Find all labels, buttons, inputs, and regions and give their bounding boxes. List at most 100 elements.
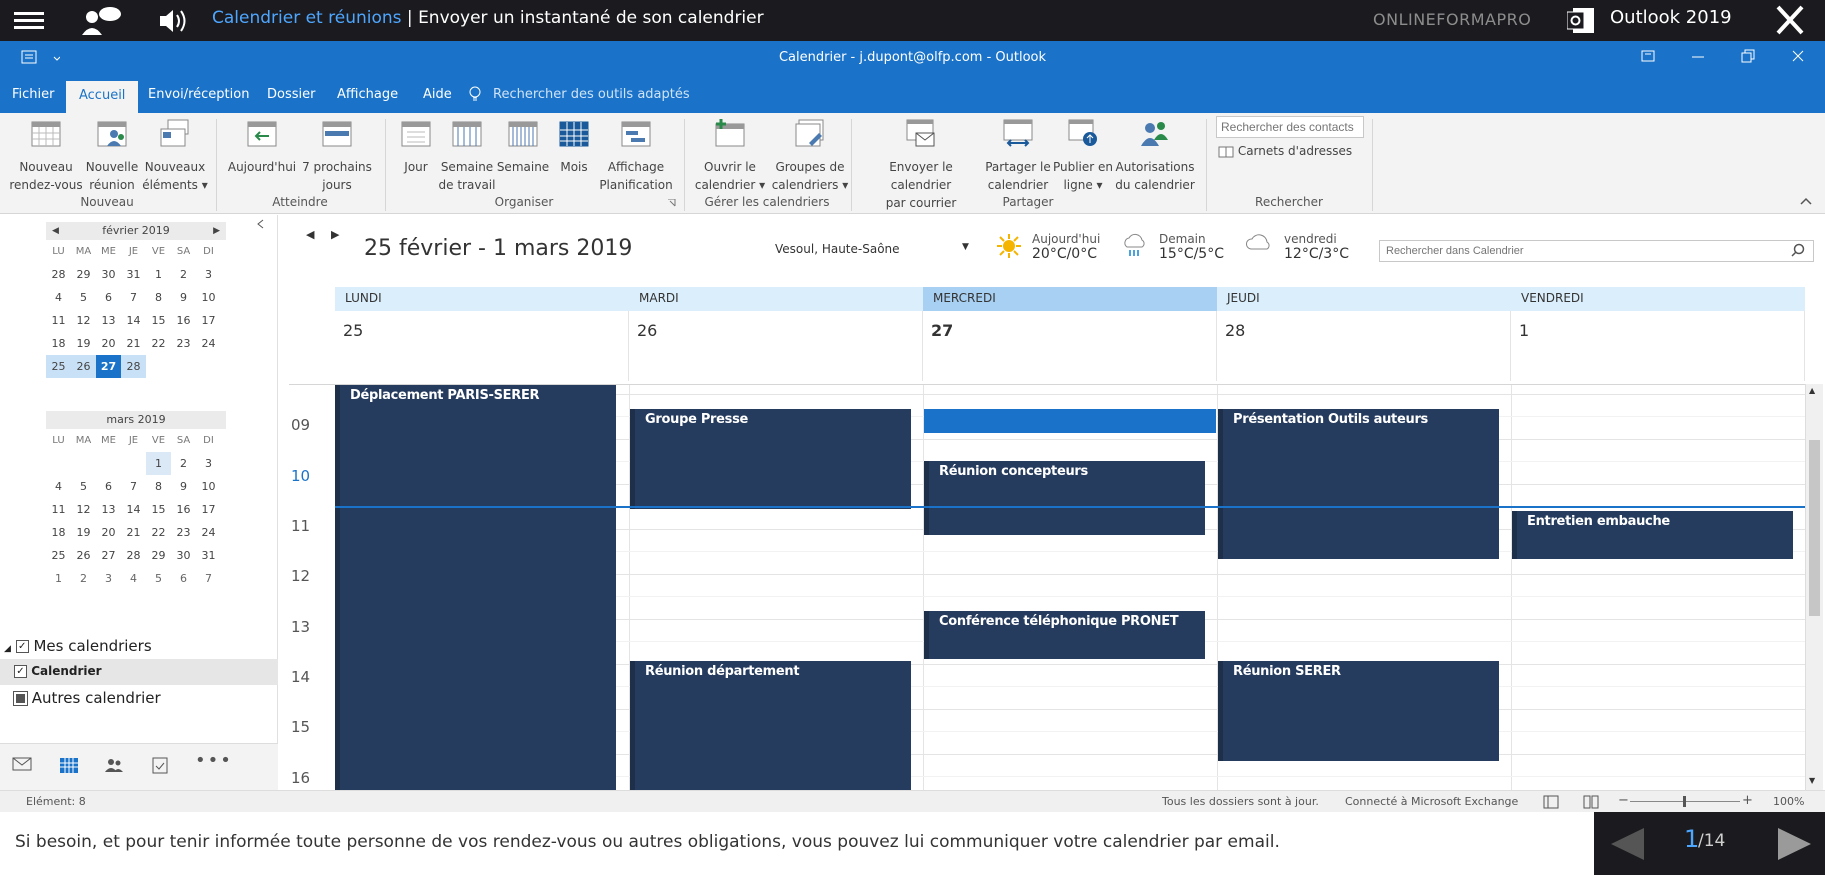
event-block[interactable]: Déplacement PARIS-SERER	[335, 385, 616, 790]
day-cell[interactable]: 17	[196, 309, 221, 332]
search-contacts-input[interactable]	[1216, 116, 1364, 138]
day-header-wednesday[interactable]: MERCREDI	[923, 287, 1217, 311]
close-course-icon[interactable]	[1770, 1, 1810, 39]
day-cell[interactable]: 21	[121, 521, 146, 544]
day-cell[interactable]: 28	[121, 355, 146, 378]
tab-aide[interactable]: Aide	[423, 87, 452, 102]
work-week-view-button[interactable]: Semaine de travail	[438, 113, 496, 194]
more-options-icon[interactable]: •••	[195, 750, 233, 771]
calendar-item[interactable]: ✓ Calendrier	[0, 659, 278, 685]
month-view-button[interactable]: Mois	[552, 113, 596, 176]
week-view-button[interactable]: Semaine	[496, 113, 550, 176]
breadcrumb-section[interactable]: Calendrier et réunions	[212, 8, 402, 28]
day-cell[interactable]	[196, 355, 221, 378]
day-cell[interactable]: 18	[46, 332, 71, 355]
tasks-icon[interactable]	[151, 756, 169, 774]
day-cell[interactable]: 6	[96, 475, 121, 498]
day-number[interactable]: 26	[629, 311, 923, 381]
day-cell[interactable]	[121, 452, 146, 475]
sound-icon[interactable]	[156, 6, 192, 36]
normal-view-icon[interactable]	[1543, 795, 1559, 809]
day-number[interactable]: 25	[335, 311, 629, 381]
day-cell[interactable]: 6	[96, 286, 121, 309]
scroll-up-icon[interactable]: ▲	[1809, 386, 1815, 395]
day-cell[interactable]: 27	[96, 544, 121, 567]
share-calendar-button[interactable]: Partager le calendrier	[984, 113, 1052, 194]
event-block[interactable]: Conférence téléphonique PRONET	[924, 611, 1205, 659]
day-cell[interactable]	[71, 452, 96, 475]
day-cell[interactable]: 7	[196, 567, 221, 590]
day-cell[interactable]: 3	[96, 567, 121, 590]
tab-fichier[interactable]: Fichier	[12, 87, 55, 102]
day-cell[interactable]: 10	[196, 286, 221, 309]
day-header-friday[interactable]: VENDREDI	[1511, 287, 1805, 311]
day-cell[interactable]	[171, 355, 196, 378]
day-cell[interactable]: 28	[121, 544, 146, 567]
open-calendar-button[interactable]: Ouvrir le calendrier ▾	[692, 113, 768, 194]
day-cell[interactable]: 9	[171, 286, 196, 309]
window-close-icon[interactable]	[1790, 48, 1806, 64]
address-book-button[interactable]: Carnets d'adresses	[1218, 144, 1352, 158]
day-cell[interactable]: 11	[46, 498, 71, 521]
new-items-button[interactable]: Nouveaux éléments ▾	[142, 113, 208, 194]
my-calendars-group[interactable]: ◢ ✓ Mes calendriers	[0, 633, 278, 659]
next-week-icon[interactable]: ▶	[331, 228, 339, 241]
day-cell[interactable]: 12	[71, 309, 96, 332]
time-grid[interactable]: 09 10 11 12 13 14 15 16 Déplacement PARI…	[289, 384, 1805, 790]
day-cell[interactable]: 4	[46, 286, 71, 309]
tab-dossier[interactable]: Dossier	[267, 87, 315, 102]
day-cell[interactable]: 12	[71, 498, 96, 521]
day-cell[interactable]: 5	[146, 567, 171, 590]
day-cell[interactable]: 28	[46, 263, 71, 286]
day-cell[interactable]: 1	[146, 452, 171, 475]
day-cell[interactable]: 6	[171, 567, 196, 590]
tab-envoi-reception[interactable]: Envoi/réception	[148, 87, 249, 102]
day-cell[interactable]: 25	[46, 544, 71, 567]
day-cell[interactable]: 8	[146, 475, 171, 498]
next-month-icon[interactable]: ▶	[213, 222, 220, 240]
day-cell[interactable]: 2	[171, 263, 196, 286]
hamburger-menu-icon[interactable]	[14, 8, 44, 32]
event-block-selected[interactable]	[924, 409, 1216, 433]
day-cell[interactable]: 31	[121, 263, 146, 286]
day-cell[interactable]: 26	[71, 355, 96, 378]
tab-accueil[interactable]: Accueil	[66, 81, 139, 113]
day-cell[interactable]: 14	[121, 498, 146, 521]
day-cell[interactable]: 30	[96, 263, 121, 286]
day-cell[interactable]: 22	[146, 332, 171, 355]
day-cell[interactable]: 7	[121, 475, 146, 498]
day-cell[interactable]: 2	[171, 452, 196, 475]
event-block[interactable]: Présentation Outils auteurs	[1218, 409, 1499, 559]
event-block[interactable]: Entretien embauche	[1512, 511, 1793, 559]
event-block[interactable]: Réunion département	[630, 661, 911, 790]
checkbox-checked-icon[interactable]: ✓	[15, 640, 29, 653]
day-cell[interactable]: 30	[171, 544, 196, 567]
day-cell[interactable]: 1	[146, 263, 171, 286]
next-7-days-button[interactable]: 7 prochains jours	[298, 113, 376, 194]
day-number-today[interactable]: 27	[923, 311, 1217, 381]
presenter-icon[interactable]	[80, 5, 124, 35]
day-cell[interactable]	[146, 355, 171, 378]
day-cell[interactable]: 10	[196, 475, 221, 498]
ribbon-display-icon[interactable]	[1640, 48, 1656, 64]
day-cell[interactable]: 23	[171, 332, 196, 355]
weather-location[interactable]: Vesoul, Haute-Saône	[775, 242, 900, 256]
mail-icon[interactable]	[12, 756, 32, 772]
day-cell[interactable]: 17	[196, 498, 221, 521]
search-icon[interactable]	[1791, 243, 1805, 257]
day-cell[interactable]: 20	[96, 332, 121, 355]
day-header-tuesday[interactable]: MARDI	[629, 287, 923, 311]
day-cell-today[interactable]: 27	[96, 355, 121, 378]
day-cell[interactable]: 20	[96, 521, 121, 544]
day-cell[interactable]: 19	[71, 521, 96, 544]
dialog-launcher-icon[interactable]	[668, 199, 676, 207]
day-cell[interactable]: 18	[46, 521, 71, 544]
day-number[interactable]: 28	[1217, 311, 1511, 381]
day-cell[interactable]: 21	[121, 332, 146, 355]
day-cell[interactable]	[96, 452, 121, 475]
vertical-scrollbar[interactable]: ▲ ▼	[1805, 384, 1823, 790]
day-cell[interactable]: 16	[171, 309, 196, 332]
calendar-nav-icon[interactable]	[59, 756, 79, 774]
day-cell[interactable]: 22	[146, 521, 171, 544]
event-block[interactable]: Groupe Presse	[630, 409, 911, 509]
